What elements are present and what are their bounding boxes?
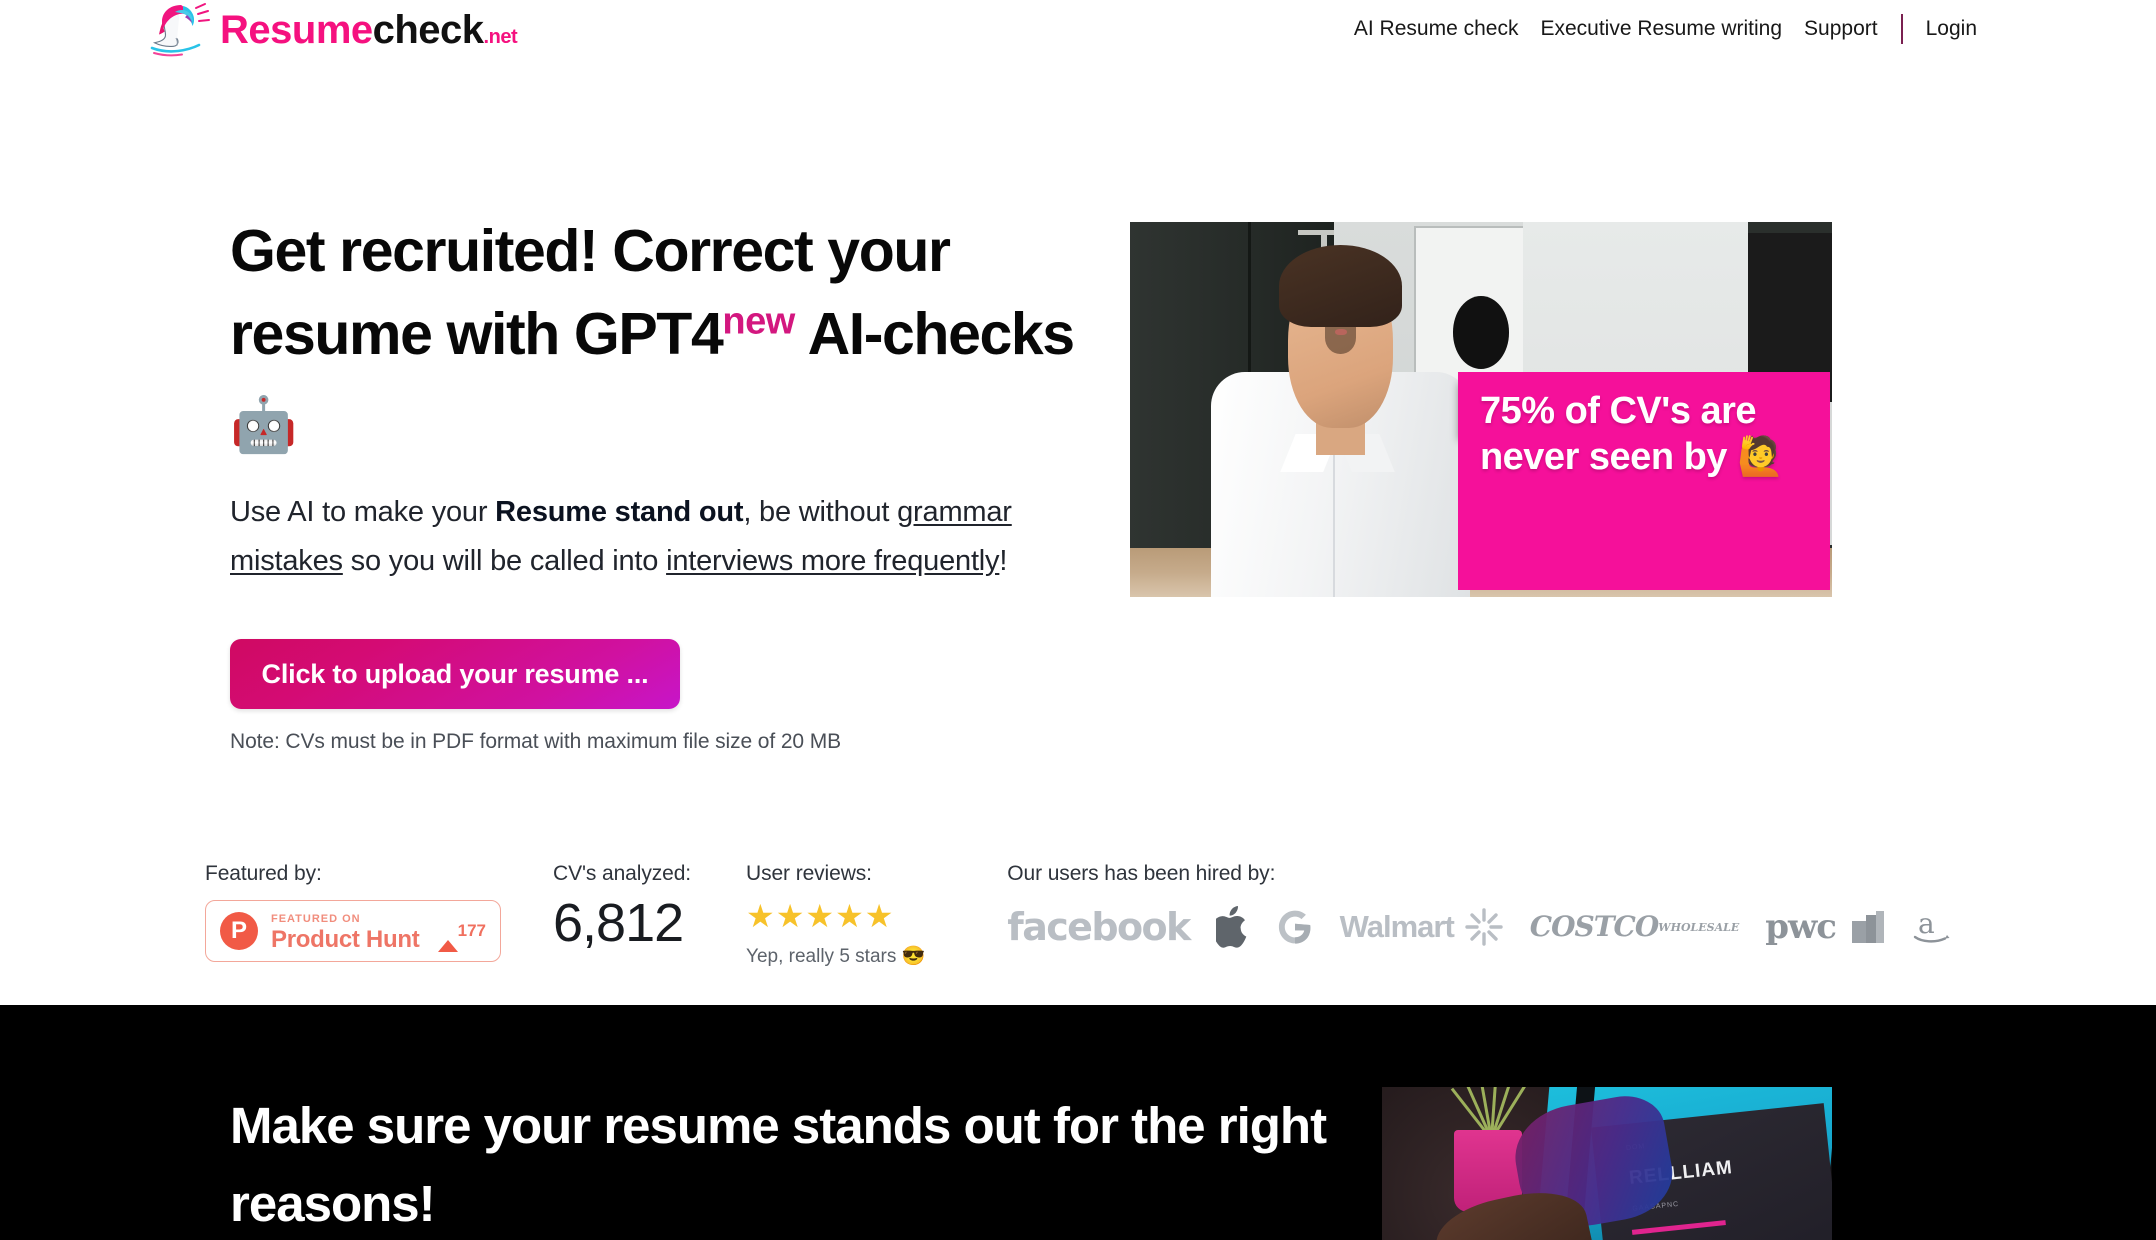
stand-out-heading: Make sure your resume stands out for the…	[230, 1097, 1327, 1232]
cvs-analyzed-count: 6,812	[553, 893, 684, 953]
amazon-logo-icon: a	[1912, 907, 1958, 947]
social-proof-row: Featured by: P FEATURED ON Product Hunt …	[205, 862, 1958, 968]
product-hunt-text: FEATURED ON Product Hunt	[271, 910, 432, 952]
hero-sub-underline-2: interviews more frequently	[666, 545, 1000, 577]
product-hunt-badge[interactable]: P FEATURED ON Product Hunt 177	[205, 900, 501, 962]
product-hunt-name: Product Hunt	[271, 925, 420, 953]
main-navigation: AI Resume check Executive Resume writing…	[1343, 14, 1988, 44]
hero-content: Get recruited! Correct your resume with …	[230, 210, 1100, 754]
hero-sub-text-1: Use AI to make your	[230, 496, 496, 528]
google-logo-icon	[1276, 908, 1314, 946]
costco-main: COSTCO	[1529, 910, 1659, 943]
facebook-logo-icon: facebook	[1007, 905, 1191, 949]
hero-subtitle: Use AI to make your Resume stand out, be…	[230, 488, 1100, 586]
site-header: Resume check .net AI Resume check Executiv…	[0, 0, 2156, 62]
hero-video-thumbnail[interactable]: 75% of CV's are never seen by 🙋	[1130, 222, 1832, 597]
star-rating-icon: ★★★★★	[746, 898, 895, 934]
user-reviews-group: User reviews: ★★★★★ Yep, really 5 stars …	[746, 862, 925, 968]
hired-by-label: Our users has been hired by:	[1007, 862, 1276, 885]
product-hunt-votes: 177	[437, 921, 486, 952]
walmart-spark-icon	[1464, 907, 1504, 947]
product-hunt-logo-icon: P	[220, 912, 258, 950]
nav-item-login[interactable]: Login	[1915, 16, 1988, 42]
brand-name-dark: check	[372, 8, 484, 52]
hero-section: Get recruited! Correct your resume with …	[0, 62, 2156, 1005]
user-reviews-label: User reviews:	[746, 862, 872, 885]
nav-divider	[1900, 14, 1903, 44]
featured-by-label: Featured by:	[205, 862, 322, 885]
costco-sub: WHOLESALE	[1658, 920, 1740, 934]
product-hunt-vote-count: 177	[457, 921, 486, 940]
company-logo-row: facebook Walmart COSTCO WHOLESALE pwc a	[1007, 904, 1958, 950]
costco-logo-text: COSTCO WHOLESALE	[1530, 913, 1739, 941]
video-caption-overlay: 75% of CV's are never seen by 🙋	[1457, 372, 1830, 590]
robot-emoji-icon: 🤖	[230, 395, 297, 455]
brand-tld: .net	[483, 26, 518, 48]
upvote-caret-icon	[437, 923, 458, 952]
person-profile-logo-icon	[150, 2, 212, 58]
brand-name-pink: Resume	[220, 8, 373, 52]
hero-sub-text-2: , be without	[743, 496, 898, 528]
svg-text:a: a	[1918, 907, 1935, 940]
review-note: Yep, really 5 stars 😎	[746, 946, 926, 967]
brand-wordmark: Resume check .net	[220, 8, 518, 52]
upload-resume-button[interactable]: Click to upload your resume ...	[230, 639, 680, 709]
hired-by-group: Our users has been hired by: facebook Wa…	[1007, 862, 1958, 950]
nav-item-ai-resume-check[interactable]: AI Resume check	[1343, 16, 1530, 42]
product-hunt-featured-on: FEATURED ON	[271, 913, 361, 925]
brand-logo-link[interactable]: Resume check .net	[150, 2, 518, 58]
resume-photo: DOM RELLLIAM GAASAPNC	[1382, 1087, 1832, 1240]
apple-logo-icon	[1215, 906, 1250, 948]
walmart-logo-text: Walmart	[1339, 909, 1455, 944]
featured-by-group: Featured by: P FEATURED ON Product Hunt …	[205, 862, 501, 962]
nav-item-support[interactable]: Support	[1793, 16, 1889, 42]
pwc-logo-text: pwc	[1765, 907, 1837, 947]
cvs-analyzed-label: CV's analyzed:	[553, 862, 692, 885]
hero-sub-bold: Resume stand out	[495, 496, 744, 528]
hero-sub-text-3: so you will be called into	[342, 545, 667, 577]
upload-note: Note: CVs must be in PDF format with max…	[230, 730, 842, 753]
pwc-mark-icon	[1850, 911, 1886, 943]
page-title: Get recruited! Correct your resume with …	[230, 210, 1100, 467]
stand-out-section: Make sure your resume stands out for the…	[0, 1005, 2156, 1240]
hero-title-part2: AI-checks	[794, 301, 1076, 367]
hero-title-new-badge: new	[722, 300, 795, 343]
nav-item-executive-resume-writing[interactable]: Executive Resume writing	[1529, 16, 1793, 42]
hero-sub-text-4: !	[999, 545, 1008, 577]
cvs-analyzed-group: CV's analyzed: 6,812	[553, 862, 691, 950]
